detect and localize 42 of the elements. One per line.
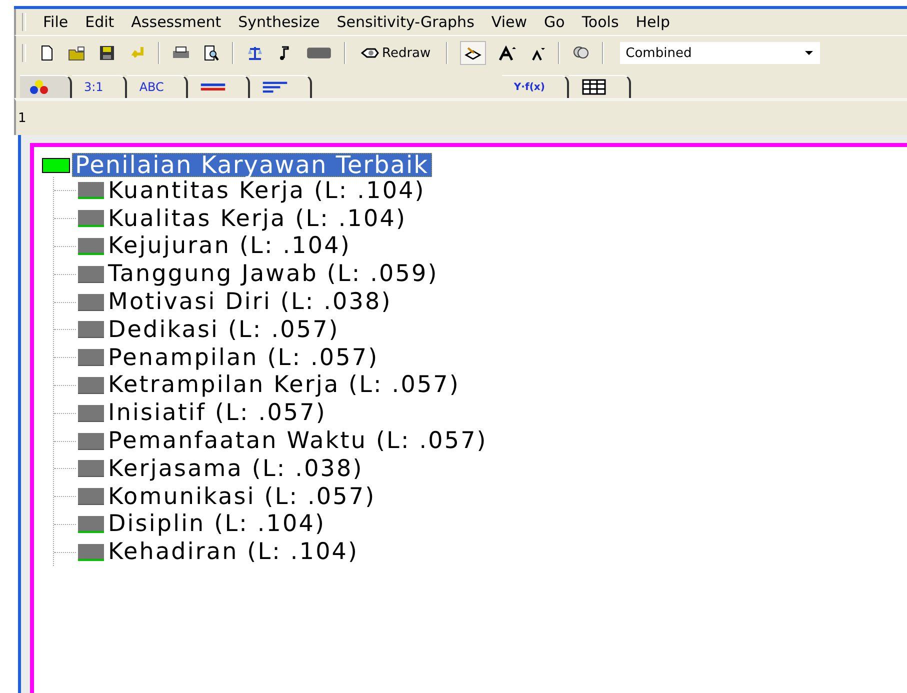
menu-item[interactable]: Go	[544, 13, 565, 31]
bars-icon	[262, 79, 288, 95]
pen-tool-button[interactable]	[460, 41, 486, 65]
view-dropdown[interactable]: Combined	[620, 42, 820, 64]
table-icon	[580, 79, 607, 95]
open-folder-icon[interactable]	[68, 45, 86, 61]
tree-item[interactable]: Kuantitas Kerja (L: .104)	[108, 178, 426, 204]
pen-icon	[464, 45, 482, 61]
caret-icon	[804, 50, 814, 56]
tree-item[interactable]: Dedikasi (L: .057)	[108, 316, 340, 343]
formula-text: 1	[18, 110, 26, 126]
eye-icon	[361, 46, 379, 60]
tree-item[interactable]: Kehadiran (L: .104)	[108, 539, 359, 566]
tab[interactable]	[20, 75, 72, 98]
tree-item[interactable]: Motivasi Diri (L: .038)	[108, 289, 392, 316]
tree-item[interactable]: Penampilan (L: .057)	[108, 344, 379, 371]
menu-item[interactable]: Synthesize	[238, 13, 320, 31]
node-icon	[42, 158, 70, 172]
tree-item[interactable]: Komunikasi (L: .057)	[108, 484, 376, 510]
menu-item[interactable]: Sensitivity-Graphs	[336, 13, 474, 31]
print-icon[interactable]	[172, 45, 190, 61]
tree-item[interactable]: Pemanfaatan Waktu (L: .057)	[108, 428, 488, 454]
menu-item[interactable]: Assessment	[131, 13, 222, 31]
tree-item[interactable]: Ketrampilan Kerja (L: .057)	[108, 372, 460, 398]
tree-item[interactable]: Tanggung Jawab (L: .059)	[108, 261, 438, 288]
tree-item[interactable]: Inisiatif (L: .057)	[108, 400, 326, 426]
redraw-button[interactable]: Redraw	[358, 44, 434, 62]
scale-icon[interactable]	[246, 45, 264, 61]
tree-item[interactable]: Kerjasama (L: .038)	[108, 456, 364, 482]
menu-item[interactable]: View	[491, 13, 527, 31]
menu-item[interactable]: Help	[636, 13, 670, 31]
menu-item[interactable]: File	[43, 13, 68, 31]
menu-item[interactable]: Tools	[582, 13, 619, 31]
tree-item[interactable]: Penilaian Karyawan Terbaik	[72, 153, 432, 177]
menu-item[interactable]: Edit	[85, 13, 114, 31]
tree-item[interactable]: Kejujuran (L: .104)	[108, 233, 351, 260]
tree-item[interactable]: Kualitas Kerja (L: .104)	[108, 206, 407, 232]
rectangle-icon[interactable]	[306, 45, 332, 61]
print-preview-icon[interactable]	[202, 45, 220, 61]
save-icon[interactable]	[98, 45, 116, 61]
font-larger-icon[interactable]	[498, 45, 516, 61]
tree-item[interactable]: Disiplin (L: .104)	[108, 511, 326, 538]
